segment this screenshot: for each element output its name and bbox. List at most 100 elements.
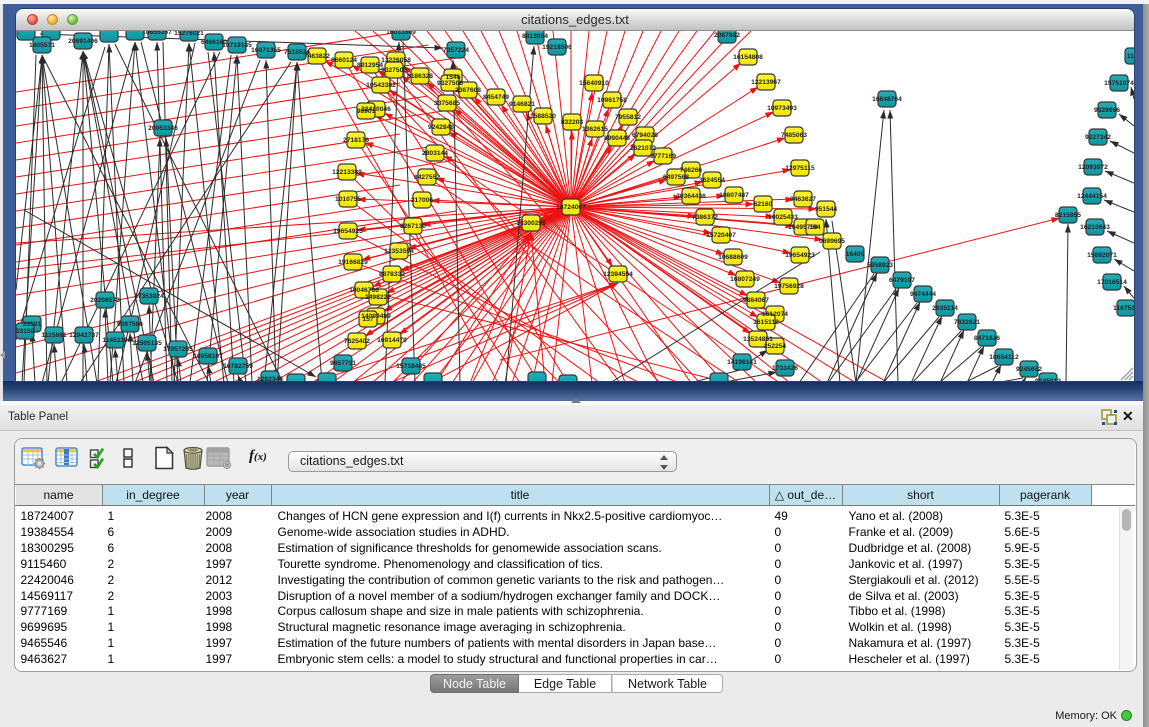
svg-text:16807249: 16807249 — [730, 276, 760, 283]
svg-text:1010755: 1010755 — [335, 196, 361, 203]
svg-text:17353924: 17353924 — [134, 293, 164, 300]
svg-text:16648764: 16648764 — [872, 96, 902, 103]
svg-text:8660124: 8660124 — [331, 57, 357, 64]
svg-text:1621072: 1621072 — [630, 145, 656, 152]
svg-text:17957255: 17957255 — [163, 346, 193, 353]
svg-text:8912954: 8912954 — [357, 62, 383, 69]
svg-text:20691406: 20691406 — [68, 38, 98, 45]
svg-text:7955812: 7955812 — [615, 114, 641, 121]
svg-text:6497568: 6497568 — [663, 174, 689, 181]
svg-text:7485063: 7485063 — [781, 132, 807, 139]
svg-text:10046766: 10046766 — [349, 287, 379, 294]
svg-text:0699695: 0699695 — [819, 238, 845, 245]
svg-text:19218506: 19218506 — [542, 44, 572, 51]
svg-text:8267130: 8267130 — [400, 223, 426, 230]
svg-text:9227342: 9227342 — [1085, 134, 1111, 141]
svg-text:9777169: 9777169 — [650, 153, 676, 160]
svg-text:16210643: 16210643 — [1080, 224, 1110, 231]
svg-text:7357224: 7357224 — [443, 47, 469, 54]
svg-text:9657791: 9657791 — [330, 360, 356, 367]
svg-text:2935114: 2935114 — [932, 305, 958, 312]
svg-text:8471626: 8471626 — [974, 335, 1000, 342]
svg-text:10688609: 10688609 — [718, 254, 748, 261]
svg-text:8990448: 8990448 — [604, 135, 630, 142]
svg-text:17016514: 17016514 — [1097, 279, 1127, 286]
svg-text:8215955: 8215955 — [1055, 212, 1081, 219]
svg-text:16671355: 16671355 — [251, 47, 281, 54]
svg-text:12384554: 12384554 — [603, 271, 633, 278]
svg-text:13226058: 13226058 — [381, 57, 411, 64]
svg-text:10655267: 10655267 — [142, 31, 172, 36]
svg-text:15718485: 15718485 — [396, 363, 426, 370]
svg-text:16782759: 16782759 — [223, 363, 253, 370]
svg-text:10973493: 10973493 — [767, 105, 797, 112]
svg-text:6479197: 6479197 — [889, 277, 915, 284]
svg-text:9146821: 9146821 — [509, 101, 535, 108]
svg-text:3624554: 3624554 — [699, 177, 725, 184]
svg-text:15640910: 15640910 — [579, 80, 609, 87]
svg-text:19756928: 19756928 — [774, 283, 804, 290]
svg-text:2718176: 2718176 — [343, 137, 369, 144]
svg-text:317006: 317006 — [411, 197, 434, 204]
svg-text:1115681: 1115681 — [41, 332, 67, 339]
svg-text:7463822: 7463822 — [304, 53, 330, 60]
svg-text:20206573: 20206573 — [90, 297, 120, 304]
svg-text:15751074: 15751074 — [1104, 80, 1134, 87]
svg-text:16914479: 16914479 — [377, 337, 407, 344]
svg-text:33159: 33159 — [16, 328, 35, 335]
svg-text:13524851: 13524851 — [743, 336, 773, 343]
svg-text:10958107: 10958107 — [193, 353, 223, 360]
svg-text:1292346: 1292346 — [257, 376, 283, 381]
svg-text:2803144: 2803144 — [422, 150, 448, 157]
svg-text:20053346: 20053346 — [148, 125, 178, 132]
svg-text:1145119: 1145119 — [102, 337, 128, 344]
svg-text:12213389: 12213389 — [332, 169, 362, 176]
svg-text:15276021: 15276021 — [174, 31, 204, 37]
svg-text:18300295: 18300295 — [516, 220, 546, 227]
svg-text:9474444: 9474444 — [910, 291, 936, 298]
svg-text:10719185: 10719185 — [222, 42, 252, 49]
svg-text:1615112: 1615112 — [753, 319, 779, 326]
svg-text:12505135: 12505135 — [132, 340, 162, 347]
svg-text:5958923: 5958923 — [867, 262, 893, 269]
svg-text:12444154: 12444154 — [1077, 193, 1107, 200]
svg-text:157: 157 — [362, 316, 373, 323]
svg-text:746266: 746266 — [680, 167, 703, 174]
svg-text:19654923: 19654923 — [785, 252, 815, 259]
svg-text:1588520: 1588520 — [530, 113, 556, 120]
svg-text:7632621: 7632621 — [954, 319, 980, 326]
svg-text:951544: 951544 — [815, 206, 838, 213]
svg-text:1733426: 1733426 — [772, 365, 798, 372]
svg-text:1498222: 1498222 — [365, 294, 391, 301]
svg-text:252254: 252254 — [764, 343, 787, 350]
svg-text:3375685: 3375685 — [434, 100, 460, 107]
svg-text:12353594: 12353594 — [384, 248, 414, 255]
svg-text:1167533: 1167533 — [1113, 305, 1134, 312]
svg-text:8454749: 8454749 — [483, 94, 509, 101]
svg-text:16033809: 16033809 — [386, 31, 416, 36]
svg-text:15692071: 15692071 — [1087, 252, 1117, 259]
svg-text:8427552: 8427552 — [414, 174, 440, 181]
svg-text:9242848: 9242848 — [428, 124, 454, 131]
svg-text:9245012: 9245012 — [1035, 378, 1061, 381]
svg-text:33501: 33501 — [23, 321, 42, 328]
svg-text:8878332: 8878332 — [379, 271, 405, 278]
svg-text:20364436: 20364436 — [676, 193, 706, 200]
svg-text:1117: 1117 — [1127, 53, 1134, 60]
svg-text:98901: 98901 — [357, 108, 376, 115]
svg-text:9397586: 9397586 — [117, 321, 143, 328]
svg-text:10807487: 10807487 — [719, 192, 749, 199]
svg-text:12942737: 12942737 — [69, 332, 99, 339]
svg-text:1362615: 1362615 — [582, 126, 608, 133]
svg-text:832203: 832203 — [561, 119, 584, 126]
svg-text:9327506: 9327506 — [437, 80, 463, 87]
svg-text:9329966: 9329966 — [1094, 107, 1120, 114]
svg-text:2367608: 2367608 — [455, 87, 481, 94]
svg-text:9884067: 9884067 — [743, 297, 769, 304]
svg-text:8186328: 8186328 — [407, 73, 433, 80]
svg-text:2087682: 2087682 — [714, 32, 740, 39]
svg-text:14196141: 14196141 — [727, 359, 757, 366]
svg-text:1405571: 1405571 — [29, 42, 55, 49]
svg-text:10543382: 10543382 — [366, 82, 396, 89]
svg-text:15720407: 15720407 — [706, 232, 736, 239]
